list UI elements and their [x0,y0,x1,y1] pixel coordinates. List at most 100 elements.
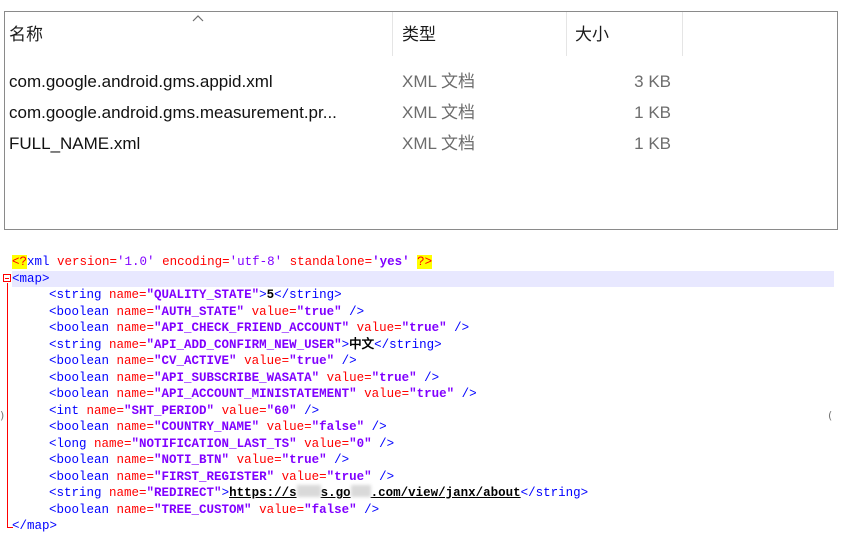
attr-value: 'yes' [372,255,410,269]
fold-guide-line [7,283,8,528]
tag-open: <boolean [49,321,110,335]
file-size: 1 KB [634,134,671,153]
entry-value: "true" [289,354,335,368]
tag-open: <boolean [49,370,110,385]
attr-value-label: value= [236,354,290,368]
file-type: XML 文档 [402,134,476,153]
attr-value-label: value= [229,453,282,467]
root-open-tag: <map> [12,271,50,286]
tag-close: </string> [274,288,342,302]
entry-value: "60" [266,403,297,418]
redirect-url[interactable]: https://s s.go .com/view/janx/about [229,485,521,500]
tag-self-close: /> [371,469,395,484]
attr-name-label: name= [109,420,155,434]
attr-name-label: name= [109,469,155,484]
tag-open: <boolean [49,387,110,401]
tag-open: <boolean [49,469,110,484]
entry-name: "AUTH_STATE" [154,304,245,319]
redacted-region [350,485,371,497]
attr-name-label: name= [109,321,155,335]
entry-text: 中文 [349,337,375,352]
tag-self-close: /> [364,420,387,434]
file-row[interactable]: FULL_NAME.xml XML 文档 1 KB [5,128,837,159]
tag-self-close: /> [296,403,320,418]
attr-value: '1.0' [117,255,155,269]
column-divider[interactable] [566,12,567,56]
attr-value-label: value= [349,321,402,335]
tag-open: <string [49,486,102,500]
entry-name: "TREE_CUSTOM" [154,502,252,517]
entry-value: "true" [296,304,342,319]
entry-name: "CV_ACTIVE" [154,354,237,368]
attr-name-label: name= [101,337,147,352]
entry-name: "FIRST_REGISTER" [154,469,275,484]
entry-name: "API_ADD_CONFIRM_NEW_USER" [146,337,342,352]
attr-name-label: name= [86,436,132,451]
attr-name: version= [49,255,118,269]
attr-value-label: value= [356,387,410,401]
pi-close: ?> [417,255,433,269]
column-header-type[interactable]: 类型 [402,12,436,56]
file-name: com.google.android.gms.appid.xml [9,72,273,91]
tag-open: <boolean [49,354,110,368]
file-rows: com.google.android.gms.appid.xml XML 文档 … [5,66,837,159]
entry-value: "true" [409,387,455,401]
entry-value: "0" [349,436,372,451]
entry-value: "true" [326,469,372,484]
attr-name-label: name= [101,486,147,500]
attr-value-label: value= [251,502,305,517]
fold-collapse-icon[interactable] [3,274,11,282]
entry-value: "true" [281,453,327,467]
entry-name: "NOTI_BTN" [154,453,230,467]
column-divider[interactable] [682,12,683,56]
attr-name: standalone= [282,255,373,269]
right-scroll-marker: ( [828,409,833,422]
tag-self-close: /> [326,453,350,467]
column-divider[interactable] [392,12,393,56]
file-row[interactable]: com.google.android.gms.measurement.pr...… [5,97,837,128]
tag-open: <long [49,436,87,451]
tag-self-close: /> [371,436,395,451]
tag-open: <boolean [49,420,110,434]
attr-value: 'utf-8' [229,255,283,269]
attr-value-label: value= [274,469,327,484]
tag-end-bracket: > [341,337,350,352]
tag-self-close: /> [341,304,365,319]
file-size: 1 KB [634,103,671,122]
tag-open: <int [49,403,80,418]
redacted-region [296,485,321,497]
file-list-panel: 名称 类型 大小 com.google.android.gms.appid.xm… [4,11,838,230]
attr-name-label: name= [79,403,125,418]
entry-name: "NOTIFICATION_LAST_TS" [131,436,297,451]
entry-value: "false" [311,420,365,434]
pi-name: xml [27,255,50,269]
tag-open: <boolean [49,304,110,319]
file-size: 3 KB [634,72,671,91]
column-header-name[interactable]: 名称 [9,12,43,56]
file-type: XML 文档 [402,103,476,122]
file-row[interactable]: com.google.android.gms.appid.xml XML 文档 … [5,66,837,97]
entry-value: "true" [371,370,417,385]
tag-self-close: /> [446,321,470,335]
root-close-tag: </map> [12,519,58,533]
sort-ascending-icon [192,15,204,22]
entry-name: "QUALITY_STATE" [146,288,260,302]
tag-close: </string> [374,337,442,352]
entry-name: "API_SUBSCRIBE_WASATA" [154,370,320,385]
attr-name-label: name= [109,304,155,319]
file-name: com.google.android.gms.measurement.pr... [9,103,337,122]
entry-value: "false" [304,502,357,517]
attr-name-label: name= [109,453,155,467]
xml-editor[interactable]: <?xml version='1.0' encoding='utf-8' sta… [0,254,861,549]
attr-value-label: value= [296,436,350,451]
tag-end-bracket: > [259,288,267,302]
tag-open: <string [49,337,102,352]
column-header-size[interactable]: 大小 [575,12,609,56]
tag-close: </string> [520,486,589,500]
file-name: FULL_NAME.xml [9,134,141,153]
pi-open: <? [12,255,28,269]
tag-self-close: /> [454,387,477,401]
tag-open: <string [49,288,102,302]
tag-open: <boolean [49,502,110,517]
entry-name: "SHT_PERIOD" [124,403,215,418]
